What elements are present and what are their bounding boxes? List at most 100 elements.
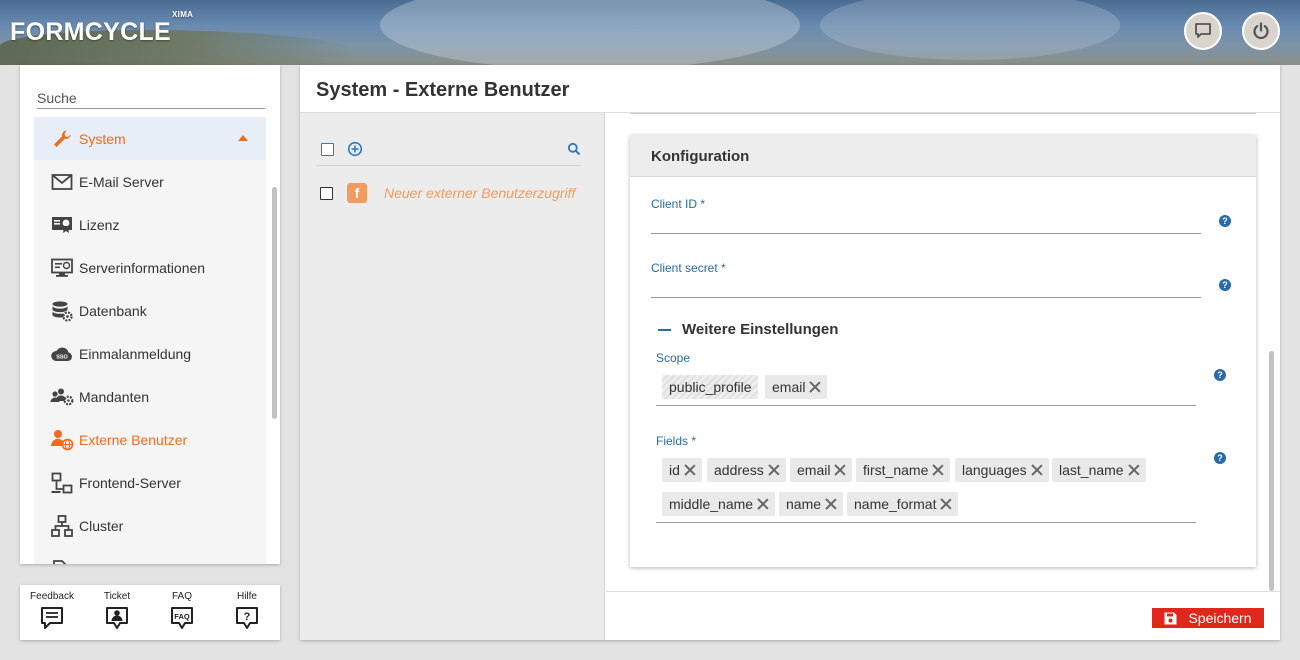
more-settings-toggle[interactable]: Weitere Einstellungen xyxy=(658,321,838,338)
scope-help-icon[interactable]: ? xyxy=(1214,369,1226,381)
scope-tag: public_profile xyxy=(662,375,758,399)
config-card: Konfiguration Client ID * ? Client secre… xyxy=(630,135,1256,567)
sidebar-item-cluster[interactable]: Cluster xyxy=(34,504,266,547)
remove-tag-icon[interactable] xyxy=(834,464,846,476)
sidebar-scrollbar[interactable] xyxy=(272,187,277,419)
footer-divider xyxy=(606,591,1280,592)
client-id-label: Client ID * xyxy=(651,197,706,211)
fields-tag: last_name xyxy=(1052,458,1146,482)
sidebar-item-system[interactable]: System xyxy=(34,117,266,160)
sidebar-item-lizenz[interactable]: Lizenz xyxy=(34,203,266,246)
remove-tag-icon[interactable] xyxy=(768,464,780,476)
sidebar-item-email-server[interactable]: E-Mail Server xyxy=(34,160,266,203)
remove-tag-icon[interactable] xyxy=(809,381,821,393)
client-id-help-icon[interactable]: ? xyxy=(1219,215,1231,227)
list-search-button[interactable] xyxy=(567,142,581,159)
save-label: Speichern xyxy=(1188,610,1252,626)
sidebar-item-externe-benutzer[interactable]: Externe Benutzer xyxy=(34,418,266,461)
save-button[interactable]: Speichern xyxy=(1152,608,1264,628)
app-logo[interactable]: FORMCYCLEXIMA xyxy=(10,10,193,47)
row-checkbox[interactable] xyxy=(320,186,333,200)
sidebar-item-label: Lizenz xyxy=(79,216,120,233)
faq-link[interactable]: FAQ FAQ xyxy=(152,591,212,631)
sidebar-search-input[interactable] xyxy=(37,87,265,109)
client-id-field[interactable] xyxy=(651,213,1201,233)
remove-tag-icon[interactable] xyxy=(932,464,944,476)
svg-text:FAQ: FAQ xyxy=(174,612,190,621)
sidebar-item-label: Cluster xyxy=(79,517,124,534)
tag-label: email xyxy=(772,379,806,395)
cluster-icon xyxy=(50,514,74,538)
list-pane: f Neuer externer Benutzerzugriff xyxy=(300,113,605,640)
app-header: FORMCYCLEXIMA xyxy=(0,0,1300,65)
logout-button[interactable] xyxy=(1242,12,1280,50)
ticket-label: Ticket xyxy=(103,591,131,602)
fields-tag: middle_name xyxy=(662,492,776,516)
help-icon: ? xyxy=(236,607,258,629)
sidebar-item-label: Mandanten xyxy=(79,388,150,405)
fields-tag: first_name xyxy=(856,458,951,482)
detail-top-divider xyxy=(630,113,1256,114)
sidebar-item-einmalanmeldung[interactable]: SSO Einmalanmeldung xyxy=(34,332,266,375)
sidebar-item-mandanten[interactable]: Mandanten xyxy=(34,375,266,418)
remove-tag-icon[interactable] xyxy=(1031,464,1043,476)
remove-tag-icon[interactable] xyxy=(1128,464,1140,476)
sidebar-item-more[interactable] xyxy=(34,547,266,564)
search-icon xyxy=(567,142,581,156)
list-item[interactable]: f Neuer externer Benutzerzugriff xyxy=(320,183,575,203)
sidebar-item-serverinformationen[interactable]: Serverinformationen xyxy=(34,246,266,289)
client-secret-field[interactable] xyxy=(651,277,1201,297)
tag-label: public_profile xyxy=(669,379,752,395)
tag-label: languages xyxy=(962,462,1027,478)
fields-tag: email xyxy=(790,458,853,482)
fields-tag: languages xyxy=(955,458,1049,482)
add-button[interactable] xyxy=(347,141,363,160)
plus-circle-icon xyxy=(347,141,363,157)
logo-text: FORMCYCLE xyxy=(10,18,172,46)
monitor-info-icon xyxy=(50,256,74,280)
sidebar-item-label: Frontend-Server xyxy=(79,474,181,491)
svg-text:?: ? xyxy=(244,611,251,623)
feedback-icon xyxy=(41,607,63,629)
facebook-icon: f xyxy=(347,183,367,203)
remove-tag-icon[interactable] xyxy=(825,498,837,510)
tag-label: middle_name xyxy=(669,496,754,512)
collapse-caret-icon[interactable] xyxy=(238,135,248,141)
chat-icon xyxy=(1195,23,1211,38)
chat-button[interactable] xyxy=(1184,12,1222,50)
client-secret-help-icon[interactable]: ? xyxy=(1219,279,1231,291)
sidebar-item-label: System xyxy=(79,130,126,147)
feedback-link[interactable]: Feedback xyxy=(22,591,82,631)
config-card-title: Konfiguration xyxy=(630,135,1256,177)
sidebar: System E-Mail Server Lizenz Serverinform… xyxy=(20,65,280,564)
users-gear-icon xyxy=(50,385,74,409)
logo-sup: XIMA xyxy=(172,9,194,19)
tag-icon xyxy=(50,557,74,564)
fields-tag: address xyxy=(707,458,786,482)
tag-label: name_format xyxy=(854,496,937,512)
page-title: System - Externe Benutzer xyxy=(316,79,570,101)
remove-tag-icon[interactable] xyxy=(940,498,952,510)
remove-tag-icon[interactable] xyxy=(684,464,696,476)
fields-tag: name_format xyxy=(847,492,959,516)
more-settings-label: Weitere Einstellungen xyxy=(682,321,839,338)
ticket-link[interactable]: Ticket xyxy=(87,591,147,631)
envelope-icon xyxy=(50,170,74,194)
sidebar-item-datenbank[interactable]: Datenbank xyxy=(34,289,266,332)
scope-tag: email xyxy=(765,375,828,399)
detail-scrollbar[interactable] xyxy=(1269,351,1274,591)
feedback-label: Feedback xyxy=(30,591,74,602)
sidebar-item-label: Einmalanmeldung xyxy=(79,345,192,362)
fields-tag: id xyxy=(662,458,702,482)
wrench-icon xyxy=(50,127,74,151)
detail-pane: Konfiguration Client ID * ? Client secre… xyxy=(606,113,1280,640)
remove-tag-icon[interactable] xyxy=(757,498,769,510)
select-all-checkbox[interactable] xyxy=(321,143,334,156)
fields-help-icon[interactable]: ? xyxy=(1214,452,1226,464)
sidebar-item-frontend-server[interactable]: Frontend-Server xyxy=(34,461,266,504)
hilfe-link[interactable]: Hilfe ? xyxy=(217,591,277,631)
database-gear-icon xyxy=(50,299,74,323)
client-secret-underline xyxy=(651,297,1201,298)
tag-label: address xyxy=(714,462,764,478)
ticket-icon xyxy=(106,607,128,629)
